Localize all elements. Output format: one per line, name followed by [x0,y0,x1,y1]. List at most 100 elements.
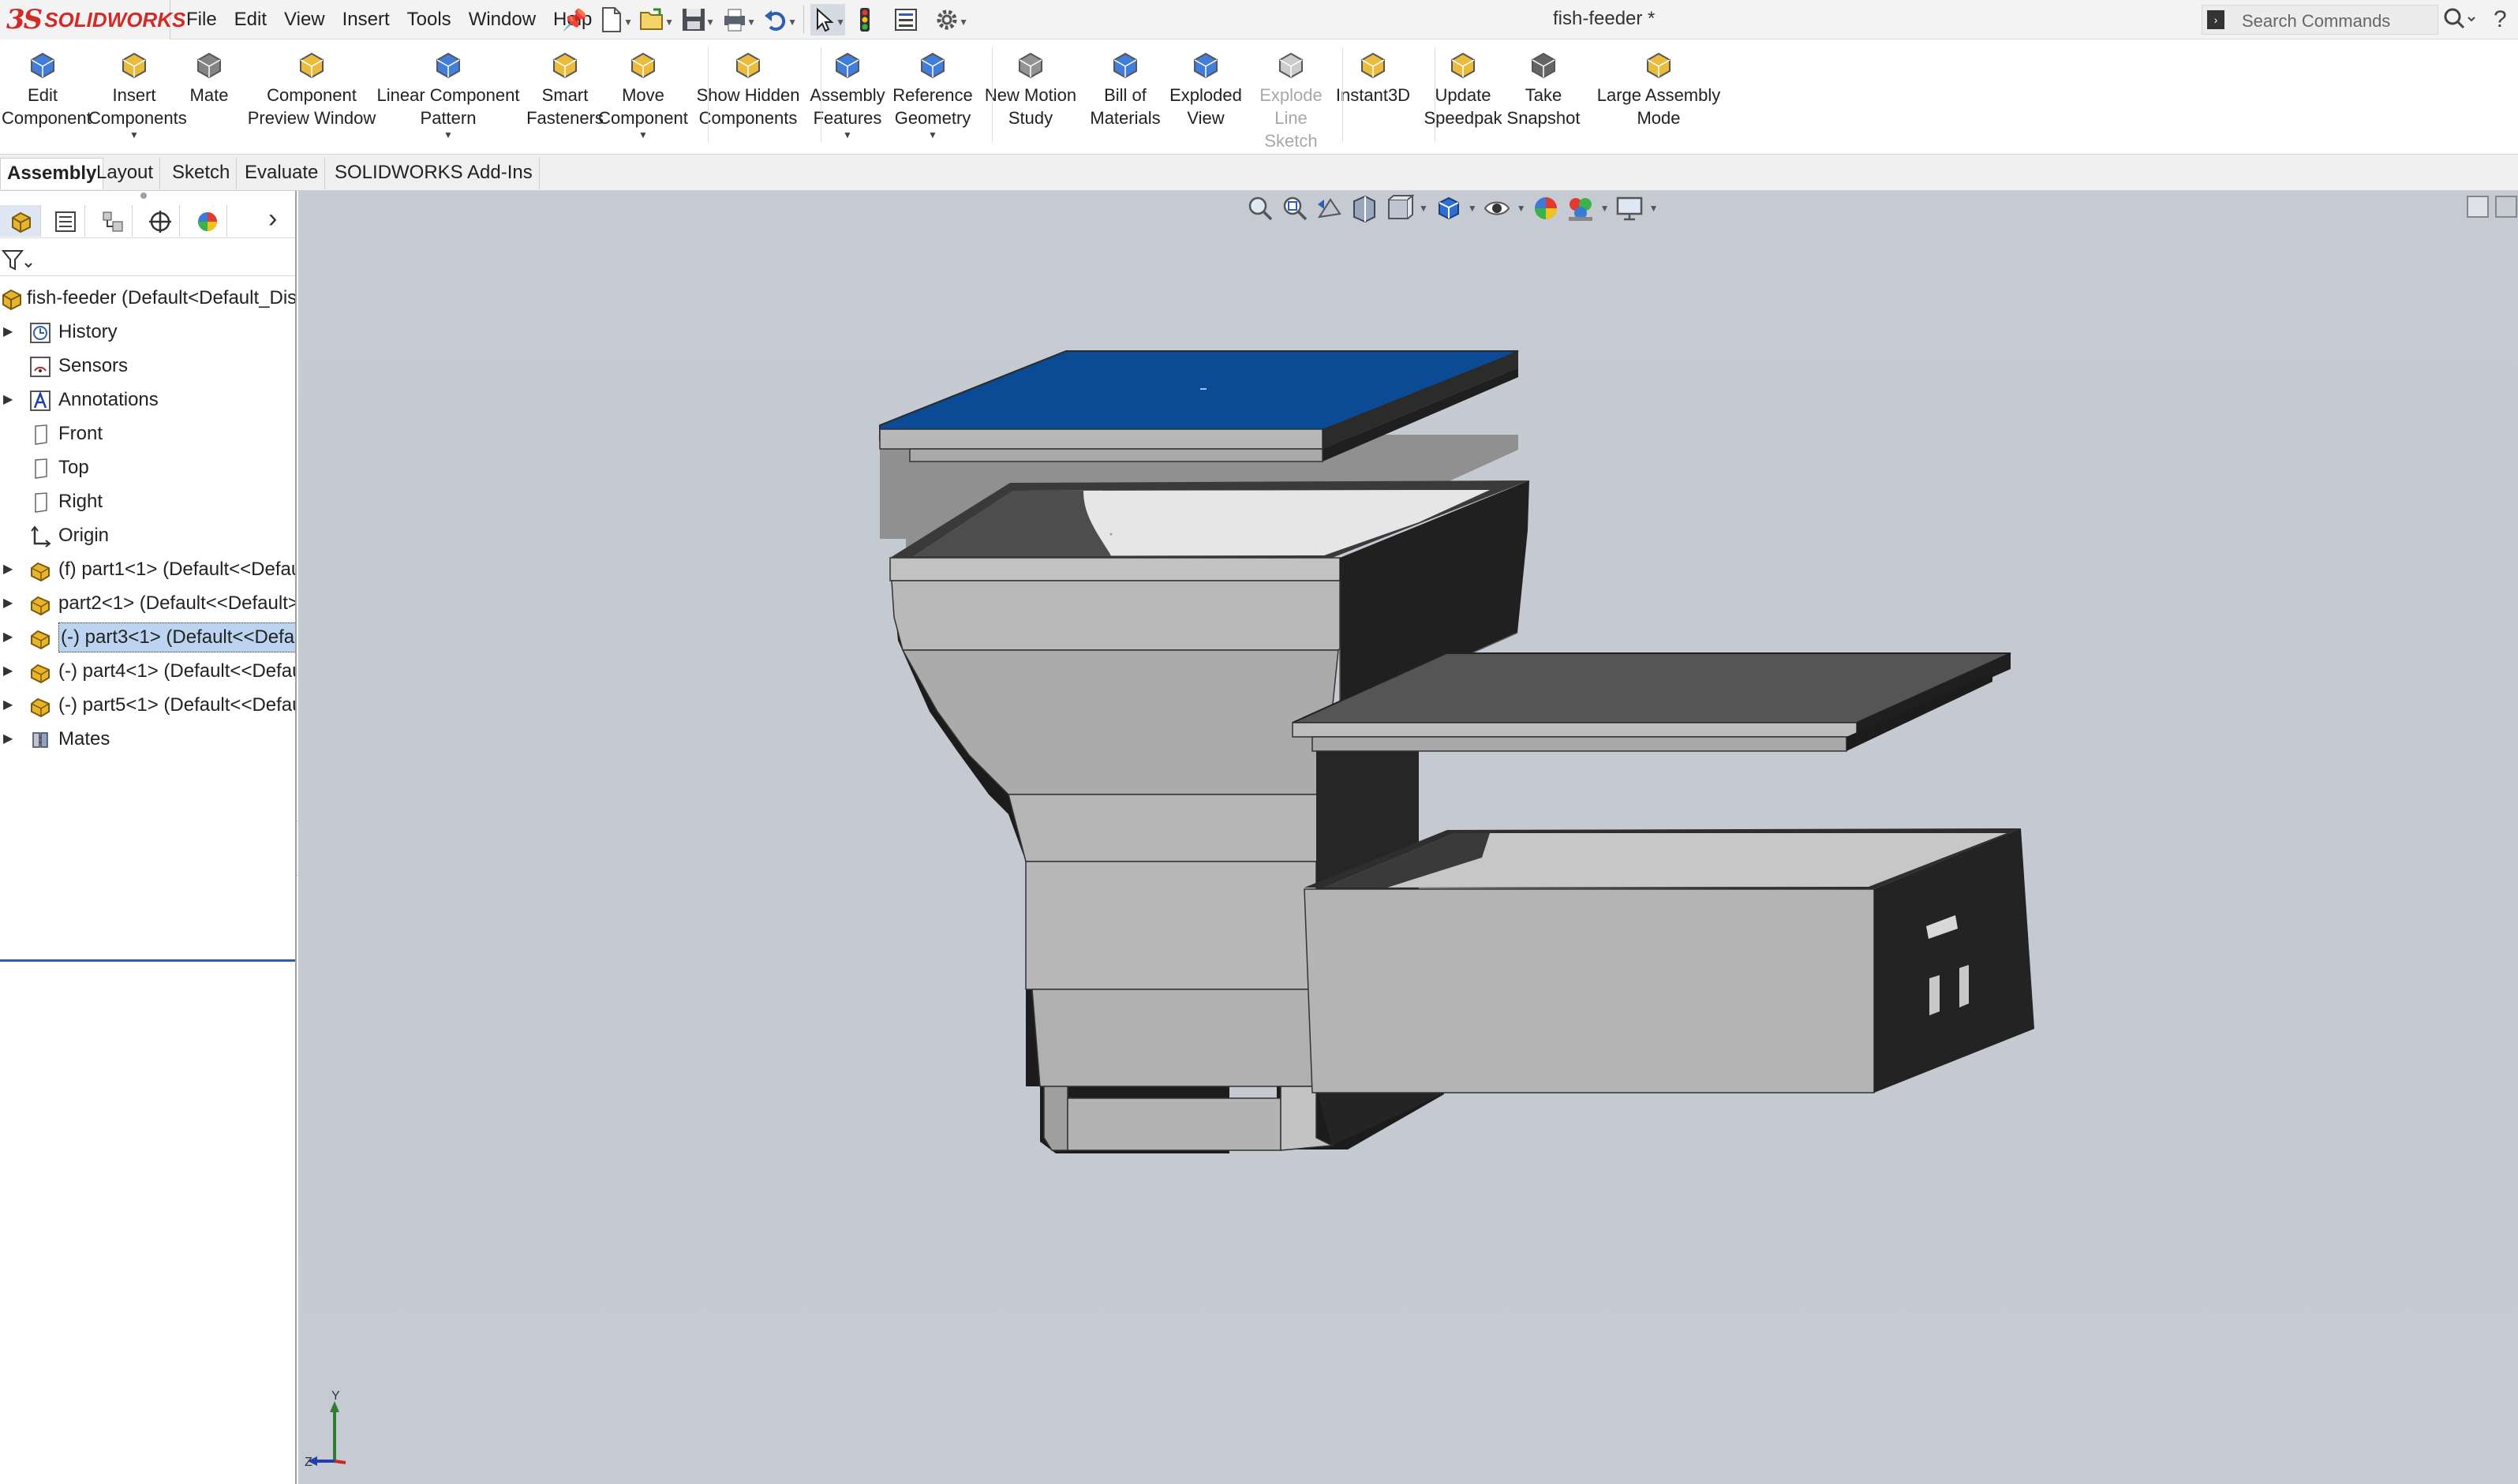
command-label-line2: Component [598,108,688,128]
tree-item[interactable]: ▶ (-) part5<1> (Default<<Default>_Display… [0,690,295,721]
command-label-line1: Show Hidden [696,85,800,105]
command-label-line1: Large Assembly [1596,85,1721,105]
large-assembly-button[interactable]: Large Assembly Mode [1594,49,1723,129]
tree-item[interactable]: ▶ History [0,316,295,348]
insert-components-button[interactable]: Insert Components ▼ [88,49,187,140]
chevron-down-icon[interactable]: ▼ [597,129,690,140]
tree-item[interactable]: Origin [0,520,295,551]
menu-tools[interactable]: Tools [407,9,451,31]
feature-manager-tab[interactable] [0,205,41,237]
reference-geometry-button[interactable]: Reference Geometry ▼ [889,49,977,140]
tree-item[interactable]: ▶ part2<1> (Default<<Default>_Display Sta… [0,588,295,619]
display-manager-tab[interactable] [186,205,227,237]
chevron-down-icon[interactable]: ▼ [806,129,889,140]
command-separator [708,47,709,142]
tab-layout[interactable]: Layout [90,158,161,189]
tree-item[interactable]: ▶ (f) part1<1> (Default<<Default>_Display… [0,554,295,585]
tree-item-label: (-) part3<1> (Default<<Default>_Display … [58,622,295,652]
search-button[interactable] [2441,6,2481,33]
chevron-down-icon[interactable]: ▼ [889,129,977,140]
explode-line-sketch-button[interactable]: Explode Line Sketch [1247,49,1335,152]
base-box-part[interactable] [1304,828,2034,1093]
search-commands-field[interactable]: › Search Commands [2202,5,2438,35]
menu-view[interactable]: View [284,9,325,31]
expand-triangle-icon[interactable]: ▶ [3,384,13,416]
motion-study-button[interactable]: New Motion Study [978,49,1083,129]
snapshot-button[interactable]: Take Snapshot [1506,49,1581,129]
component-preview-button[interactable]: Component Preview Window [243,49,380,129]
print-button[interactable]: ▼ [721,4,756,36]
tree-item[interactable]: ▶ Mates [0,723,295,755]
tree-item[interactable]: ▶ (-) part3<1> (Default<<Default>_Display… [0,622,295,653]
tree-item[interactable]: Sensors [0,350,295,382]
linear-pattern-button[interactable]: Linear Component Pattern ▼ [369,49,527,140]
chevron-down-icon[interactable]: ▼ [88,129,180,140]
options-button[interactable]: ▼ [933,4,968,36]
command-separator [992,47,993,142]
expand-triangle-icon[interactable]: ▶ [3,588,13,619]
file-properties-button[interactable] [892,4,927,36]
chevron-right-icon[interactable]: › [268,204,277,234]
tab-evaluate[interactable]: Evaluate [238,158,326,189]
assembly-features-button[interactable]: Assembly Features ▼ [806,49,889,140]
command-label-line1: Instant3D [1335,85,1411,105]
large-assembly-icon [1643,49,1674,80]
menu-insert[interactable]: Insert [342,9,390,31]
expand-triangle-icon[interactable]: ▶ [3,554,13,585]
mate-button[interactable]: Mate [181,49,237,107]
tree-root-assembly[interactable]: fish-feeder (Default<Default_Display Sta… [0,282,295,314]
exploded-view-button[interactable]: Exploded View [1166,49,1245,129]
open-folder-icon [640,8,663,30]
mates-icon [32,732,48,748]
plane-icon [35,424,47,445]
expand-triangle-icon[interactable]: ▶ [3,622,13,653]
edit-component-button[interactable]: Edit Component [2,49,92,129]
expand-triangle-icon[interactable]: ▶ [3,656,13,687]
panel-splitter-dot[interactable] [140,193,147,199]
save-button[interactable]: ▼ [680,4,715,36]
move-component-button[interactable]: Move Component ▼ [597,49,690,140]
reference-geometry-icon [917,49,948,80]
tree-item-label: Mates [58,728,110,749]
tree-item[interactable]: Top [0,452,295,484]
smart-fasteners-button[interactable]: Smart Fasteners [526,49,604,129]
filter-icon[interactable] [2,249,33,273]
open-document-button[interactable]: ▼ [639,4,674,36]
help-button[interactable]: ? [2494,6,2507,33]
menu-file[interactable]: File [186,9,217,31]
select-button[interactable]: ▼ [810,4,845,36]
instant3d-button[interactable]: Instant3D [1332,49,1414,107]
tree-item-label: Annotations [58,389,159,410]
smart-fasteners-icon [549,49,581,80]
tree-item[interactable]: ▶ (-) part4<1> (Default<<Default>_Display… [0,656,295,687]
expand-triangle-icon[interactable]: ▶ [3,316,13,348]
graphics-area[interactable]: ▼ ▼ ▼ ▼ ▼ Y Z [298,191,2518,1484]
command-label-line2: Geometry [894,108,971,128]
linear-pattern-icon [432,49,464,80]
tab-sketch[interactable]: Sketch [166,158,238,189]
menu-edit[interactable]: Edit [234,9,267,31]
command-label-line1: Reference [892,85,973,105]
dimxpert-manager-tab[interactable] [139,205,180,237]
tab-solidworks-add-ins[interactable]: SOLIDWORKS Add-Ins [328,158,540,189]
tree-item[interactable]: Front [0,418,295,450]
tab-assembly[interactable]: Assembly [0,158,104,189]
tree-item[interactable]: ▶ Annotations [0,384,295,416]
expand-triangle-icon[interactable]: ▶ [3,690,13,721]
configuration-manager-tab[interactable] [92,205,133,237]
app-logo-box[interactable]: 3S SOLIDWORKS [0,0,185,39]
rebuild-button[interactable] [851,4,886,36]
tree-item[interactable]: Right [0,486,295,518]
bill-of-materials-button[interactable]: Bill of Materials [1086,49,1165,129]
expand-triangle-icon[interactable]: ▶ [3,723,13,755]
undo-button[interactable]: ▼ [762,4,797,36]
property-manager-tab[interactable] [44,205,85,237]
pin-icon[interactable]: 📌 [562,8,587,32]
new-document-button[interactable]: ▼ [598,4,633,36]
menu-window[interactable]: Window [469,9,536,31]
fish-feeder-model[interactable] [298,191,2518,1484]
file-properties-icon [895,9,917,31]
show-hidden-button[interactable]: Show Hidden Components [694,49,802,129]
chevron-down-icon[interactable]: ▼ [369,129,527,140]
command-separator [1342,47,1343,142]
